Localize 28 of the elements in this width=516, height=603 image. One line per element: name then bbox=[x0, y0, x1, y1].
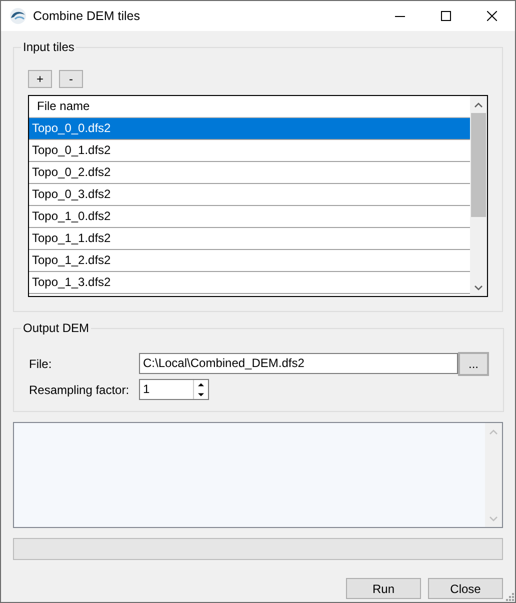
list-row[interactable]: Topo_1_1.dfs2 bbox=[29, 228, 470, 250]
window-title: Combine DEM tiles bbox=[33, 9, 141, 23]
list-row[interactable]: Topo_0_0.dfs2 bbox=[29, 118, 470, 140]
scroll-up-icon[interactable] bbox=[474, 102, 483, 108]
list-row[interactable]: Topo_0_2.dfs2 bbox=[29, 162, 470, 184]
add-button[interactable]: + bbox=[28, 70, 52, 88]
group-title: Input tiles bbox=[21, 40, 76, 54]
group-title: Output DEM bbox=[21, 321, 92, 335]
run-button[interactable]: Run bbox=[346, 578, 421, 599]
list-row[interactable]: Topo_1_0.dfs2 bbox=[29, 206, 470, 228]
dolphin-icon bbox=[9, 7, 27, 25]
file-path-field[interactable]: C:\Local\Combined_DEM.dfs2 bbox=[139, 353, 458, 374]
maximize-icon[interactable] bbox=[441, 11, 451, 21]
list-row[interactable]: Topo_1_3.dfs2 bbox=[29, 272, 470, 294]
resize-grip-icon[interactable] bbox=[504, 591, 514, 601]
file-label: File: bbox=[28, 356, 53, 370]
scrollbar[interactable] bbox=[470, 96, 487, 296]
list-row[interactable]: Topo_0_3.dfs2 bbox=[29, 184, 470, 206]
remove-button[interactable]: - bbox=[59, 70, 83, 88]
close-icon[interactable] bbox=[487, 11, 497, 21]
scroll-down-icon[interactable] bbox=[474, 284, 483, 290]
close-dialog-button[interactable]: Close bbox=[428, 578, 503, 599]
list-row[interactable]: Topo_0_1.dfs2 bbox=[29, 140, 470, 162]
list-row[interactable]: Topo_1_2.dfs2 bbox=[29, 250, 470, 272]
resampling-spinbox[interactable]: 1 bbox=[139, 379, 209, 400]
resampling-label: Resampling factor: bbox=[28, 382, 130, 396]
browse-button[interactable]: ... bbox=[458, 352, 489, 376]
scroll-thumb[interactable] bbox=[471, 113, 486, 217]
